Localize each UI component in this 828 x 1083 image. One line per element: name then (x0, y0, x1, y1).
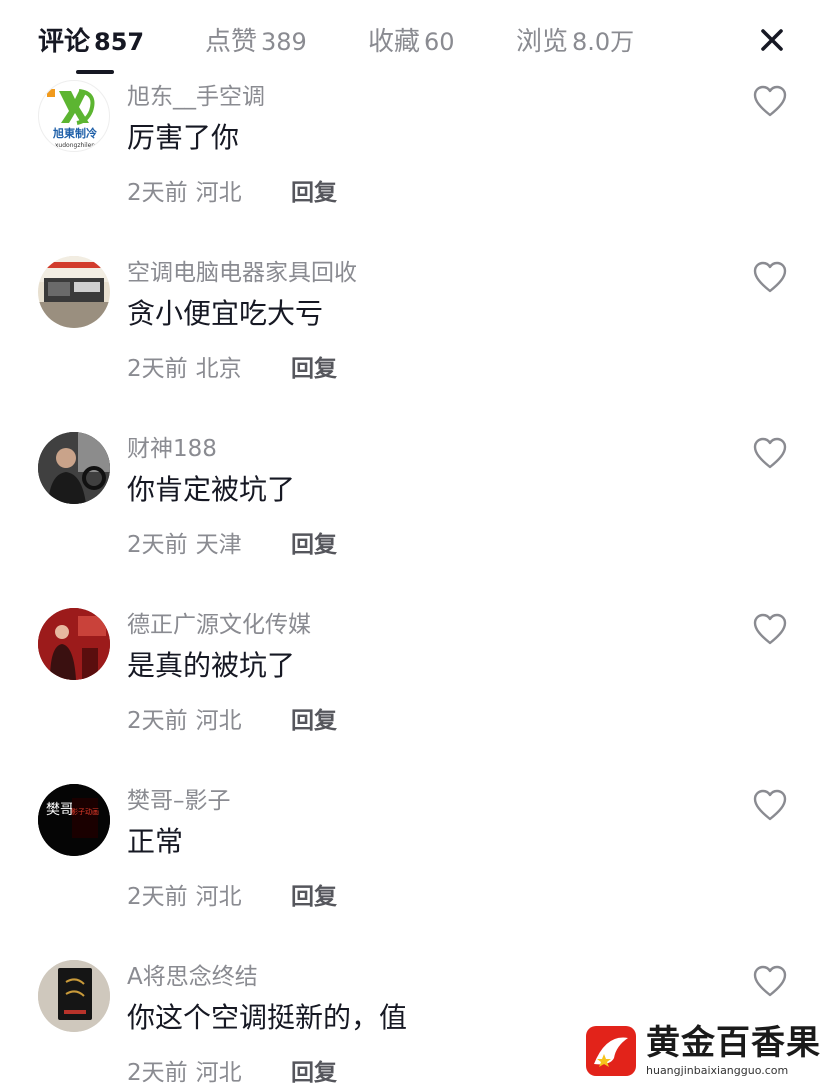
reply-button[interactable]: 回复 (291, 704, 337, 738)
comment-username[interactable]: 旭东__手空调 (127, 80, 265, 114)
comment-meta: 2天前 河北 (127, 704, 242, 738)
comment-time: 2天前 (127, 356, 188, 382)
stage-photo-icon (38, 608, 110, 680)
comment-item: 财神188 你肯定被坑了 2天前 天津 回复 (0, 428, 828, 604)
comment-time: 2天前 (127, 532, 188, 558)
comment-time: 2天前 (127, 708, 188, 734)
comment-username[interactable]: 樊哥–影子 (127, 784, 231, 818)
tab-comments[interactable]: 评论 857 (38, 24, 144, 60)
avatar-logo-text: 旭東制冷 (52, 126, 97, 140)
heart-icon (753, 261, 787, 293)
avatar[interactable]: 樊哥 影子动画 (38, 784, 110, 856)
like-button[interactable] (752, 84, 788, 118)
tab-favorites[interactable]: 收藏 60 (368, 24, 455, 60)
shop-photo-icon (38, 256, 110, 328)
heart-icon (753, 965, 787, 997)
heart-icon (753, 613, 787, 645)
tab-comments-count: 857 (94, 28, 145, 56)
like-button[interactable] (752, 436, 788, 470)
comment-location: 北京 (195, 356, 242, 382)
tab-views-count: 8.0万 (572, 28, 635, 56)
heart-icon (753, 437, 787, 469)
like-button[interactable] (752, 964, 788, 998)
comment-location: 河北 (195, 884, 242, 910)
comment-item: 德正广源文化传媒 是真的被坑了 2天前 河北 回复 (0, 604, 828, 780)
comment-time: 2天前 (127, 884, 188, 910)
tab-views[interactable]: 浏览 8.0万 (516, 24, 634, 60)
reply-button[interactable]: 回复 (291, 352, 337, 386)
tab-favorites-label: 收藏 (368, 27, 421, 57)
tab-views-label: 浏览 (516, 27, 569, 57)
fange-logo-icon: 樊哥 影子动画 (38, 784, 110, 856)
comment-meta: 2天前 河北 (127, 176, 242, 210)
comment-meta: 2天前 北京 (127, 352, 242, 386)
watermark-title: 黄金百香果 (646, 1023, 821, 1063)
watermark-logo-icon (586, 1026, 636, 1076)
avatar[interactable] (38, 256, 110, 328)
like-button[interactable] (752, 260, 788, 294)
tab-bar: 评论 857 点赞 389 收藏 60 浏览 8.0万 (0, 0, 828, 80)
close-icon (761, 29, 783, 51)
comment-meta: 2天前 河北 (127, 1056, 242, 1083)
watermark: 黄金百香果 huangjinbaixiangguo.com (584, 1022, 824, 1080)
comment-meta: 2天前 天津 (127, 528, 242, 562)
reply-button[interactable]: 回复 (291, 880, 337, 914)
comment-text: 你肯定被坑了 (127, 473, 296, 506)
like-button[interactable] (752, 788, 788, 822)
comment-text: 是真的被坑了 (127, 649, 296, 682)
avatar[interactable] (38, 960, 110, 1032)
comment-meta: 2天前 河北 (127, 880, 242, 914)
book-photo-icon (38, 960, 110, 1032)
like-button[interactable] (752, 612, 788, 646)
tab-likes[interactable]: 点赞 389 (205, 24, 307, 60)
person-photo-icon (38, 432, 110, 504)
reply-button[interactable]: 回复 (291, 176, 337, 210)
xudong-logo-icon: 旭東制冷 xudongzhilen (47, 89, 97, 149)
avatar-logo-subtext: 影子动画 (71, 807, 99, 816)
avatar[interactable] (38, 608, 110, 680)
comment-location: 河北 (195, 1060, 242, 1083)
tab-likes-count: 389 (261, 28, 307, 56)
comment-username[interactable]: 财神188 (127, 432, 217, 466)
reply-button[interactable]: 回复 (291, 1056, 337, 1083)
heart-icon (753, 85, 787, 117)
avatar[interactable] (38, 432, 110, 504)
comment-username[interactable]: 德正广源文化传媒 (127, 608, 311, 642)
reply-button[interactable]: 回复 (291, 528, 337, 562)
comment-username[interactable]: 空调电脑电器家具回收 (127, 256, 357, 290)
heart-icon (753, 789, 787, 821)
comment-location: 河北 (195, 180, 242, 206)
comment-text: 正常 (127, 825, 184, 858)
comment-item: 樊哥 影子动画 樊哥–影子 正常 2天前 河北 回复 (0, 780, 828, 956)
comment-list[interactable]: 旭東制冷 xudongzhilen 旭东__手空调 厉害了你 2天前 河北 回复 … (0, 70, 828, 1083)
close-button[interactable] (754, 22, 790, 58)
tab-favorites-count: 60 (424, 28, 455, 56)
avatar-logo-subtext: xudongzhilen (55, 142, 95, 149)
comment-location: 天津 (195, 532, 242, 558)
comment-time: 2天前 (127, 180, 188, 206)
comment-username[interactable]: A将思念终结 (127, 960, 258, 994)
avatar[interactable]: 旭東制冷 xudongzhilen (38, 80, 110, 152)
watermark-url: huangjinbaixiangguo.com (646, 1064, 789, 1077)
comment-item: 旭東制冷 xudongzhilen 旭东__手空调 厉害了你 2天前 河北 回复 (0, 76, 828, 252)
tab-likes-label: 点赞 (205, 27, 258, 57)
comment-location: 河北 (195, 708, 242, 734)
comment-text: 你这个空调挺新的，值 (127, 1001, 408, 1034)
comment-item: 空调电脑电器家具回收 贪小便宜吃大亏 2天前 北京 回复 (0, 252, 828, 428)
avatar-logo-text: 樊哥 (46, 802, 74, 818)
comment-time: 2天前 (127, 1060, 188, 1083)
tab-comments-label: 评论 (38, 27, 91, 57)
comment-text: 贪小便宜吃大亏 (127, 297, 324, 330)
comment-text: 厉害了你 (127, 121, 240, 154)
